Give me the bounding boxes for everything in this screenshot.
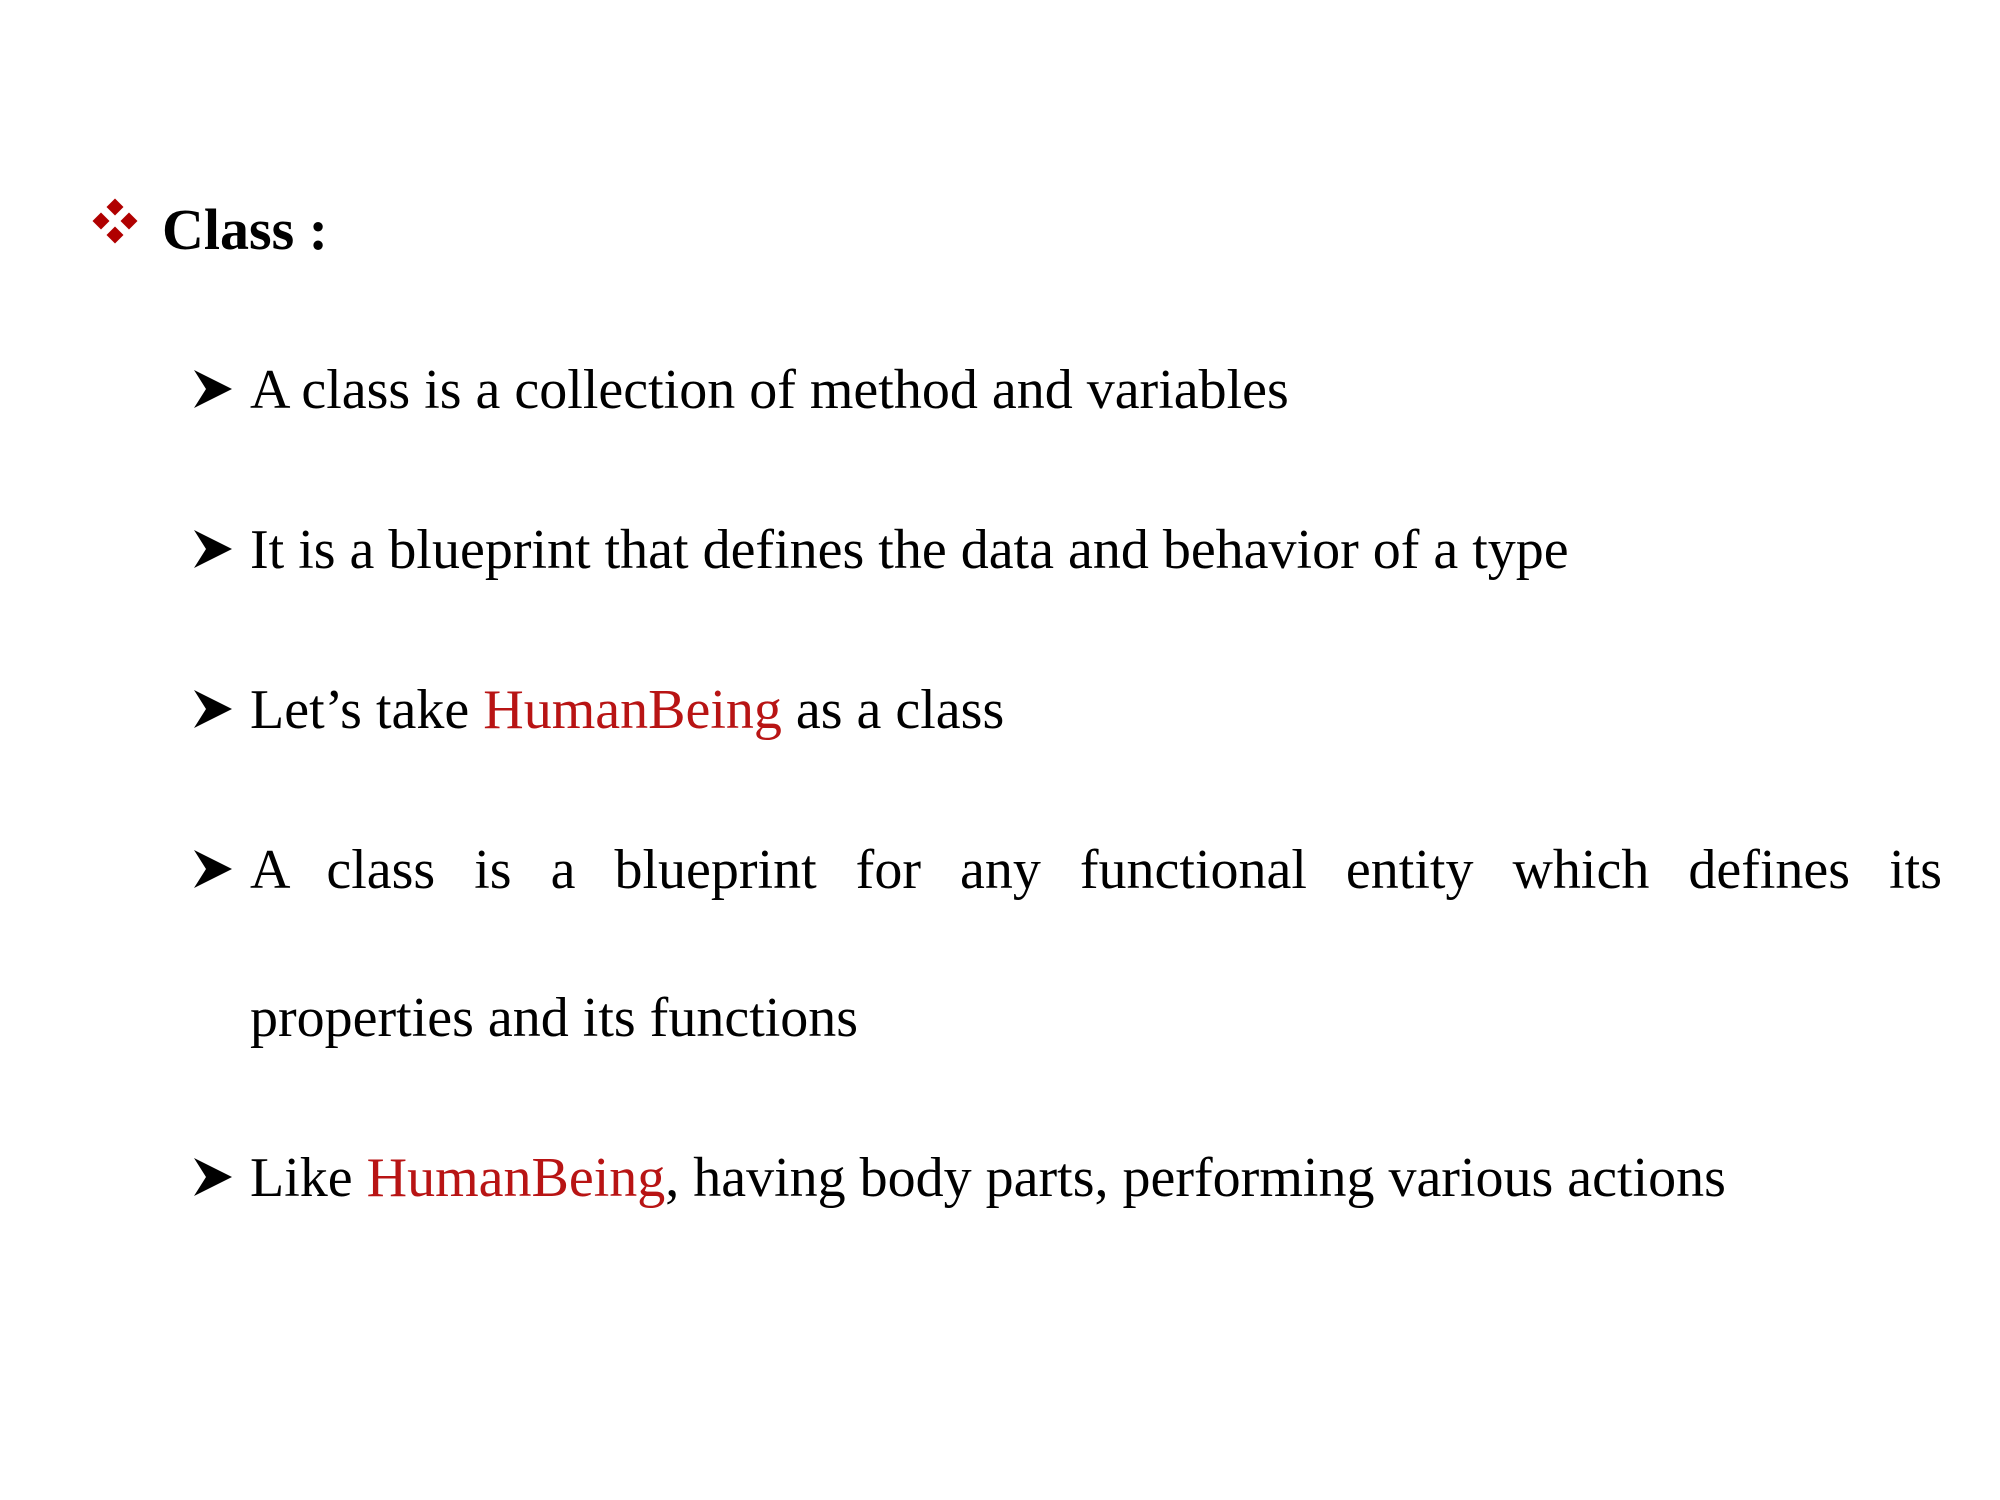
bullet-text-after: as a class <box>781 679 1005 741</box>
bullet-text-line-2: properties and its functions <box>250 987 859 1049</box>
bullet-item: A class is a blueprint for any functiona… <box>192 830 1942 1058</box>
bullet-item: A class is a collection of method and va… <box>192 350 1942 430</box>
slide-heading: Class : <box>92 190 328 270</box>
arrowhead-icon <box>194 690 232 728</box>
bullet-text-line-1: A class is a blueprint for any functiona… <box>250 839 1942 901</box>
slide: Class : A class is a collection of metho… <box>0 0 2000 1500</box>
bullet-list: A class is a collection of method and va… <box>192 350 1942 1218</box>
bullet-text-before: Like <box>250 1147 367 1209</box>
bullet-item: It is a blueprint that defines the data … <box>192 510 1942 590</box>
highlight-humanbeing: HumanBeing <box>366 1147 666 1209</box>
highlight-humanbeing: HumanBeing <box>483 679 782 741</box>
bullet-text: It is a blueprint that defines the data … <box>250 519 1569 581</box>
bullet-text: Like HumanBeing, having body parts, perf… <box>250 1138 1942 1218</box>
arrowhead-icon <box>194 850 232 888</box>
bullet-text-after: , having body parts, performing various … <box>665 1147 1726 1209</box>
bullet-item: Like HumanBeing, having body parts, perf… <box>192 1138 1942 1218</box>
bullet-text-before: Let’s take <box>250 679 484 741</box>
arrowhead-icon <box>194 1158 232 1196</box>
heading-title: Class : <box>162 197 328 262</box>
bullet-item: Let’s take HumanBeing as a class <box>192 670 1942 750</box>
bullet-text: A class is a collection of method and va… <box>250 359 1289 421</box>
bullet-text: Let’s take HumanBeing as a class <box>250 670 1942 750</box>
arrowhead-icon <box>194 370 232 408</box>
arrowhead-icon <box>194 530 232 568</box>
four-diamonds-icon <box>92 198 138 245</box>
